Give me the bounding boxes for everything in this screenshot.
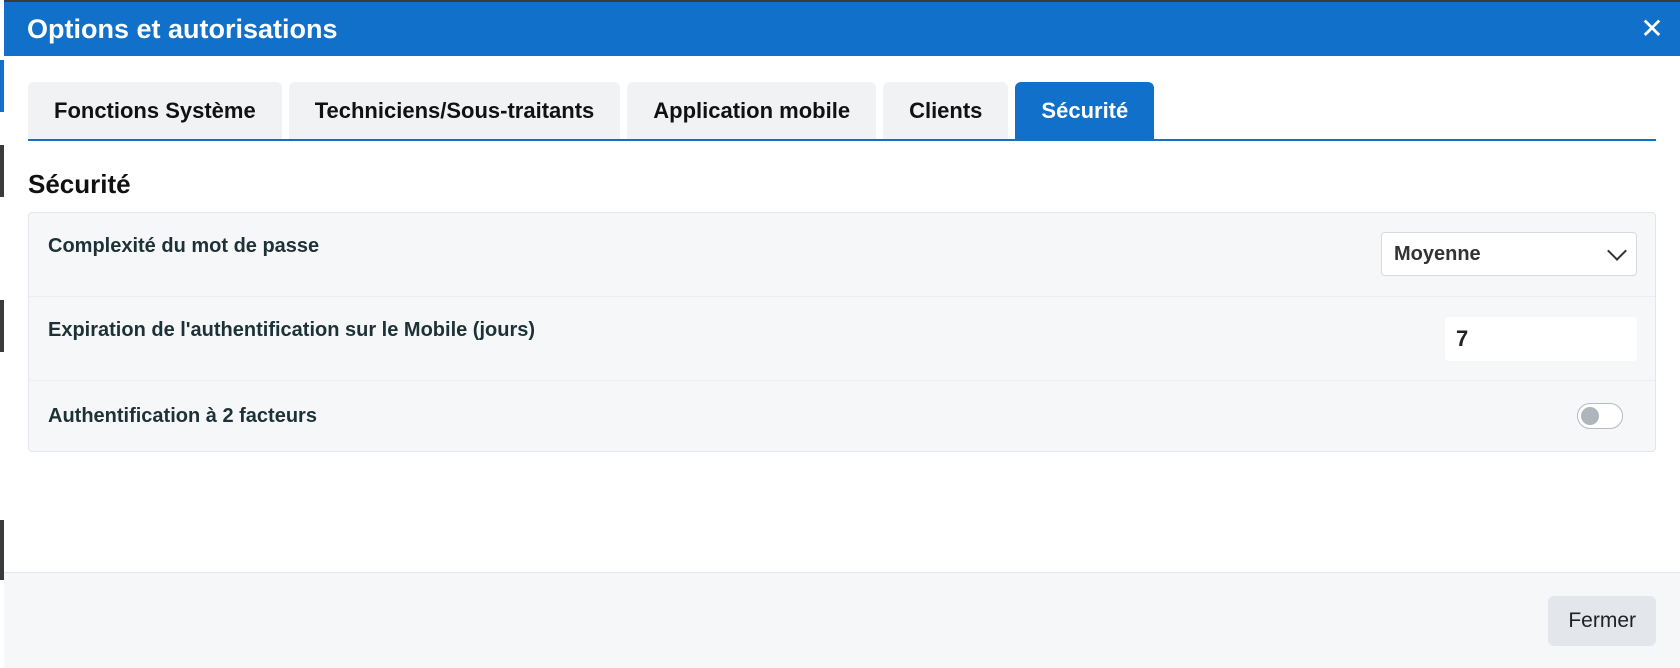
mobile-expiration-label: Expiration de l'authentification sur le …: [48, 319, 536, 341]
tab-techniciens[interactable]: Techniciens/Sous-traitants: [288, 82, 621, 139]
setting-row-password-complexity: Complexité du mot de passe Moyenne: [29, 213, 1655, 297]
options-modal: Options et autorisations ✕ Fonctions Sys…: [4, 2, 1680, 668]
toggle-knob: [1581, 407, 1599, 425]
modal-body: Fonctions Système Techniciens/Sous-trait…: [4, 56, 1680, 572]
password-complexity-select[interactable]: Moyenne: [1381, 232, 1637, 276]
tab-clients[interactable]: Clients: [883, 82, 1009, 139]
fermer-button[interactable]: Fermer: [1548, 595, 1656, 646]
two-factor-toggle[interactable]: [1577, 403, 1623, 429]
close-icon[interactable]: ✕: [1640, 15, 1664, 43]
password-complexity-value: Moyenne: [1394, 242, 1481, 265]
mobile-expiration-input[interactable]: [1445, 317, 1637, 361]
tab-fonctions-systeme[interactable]: Fonctions Système: [28, 82, 282, 139]
settings-panel: Complexité du mot de passe Moyenne Expir…: [28, 212, 1656, 452]
password-complexity-label: Complexité du mot de passe: [48, 235, 320, 257]
tab-securite[interactable]: Sécurité: [1015, 82, 1155, 139]
chevron-down-icon: [1607, 241, 1627, 261]
tab-application-mobile[interactable]: Application mobile: [627, 82, 877, 139]
two-factor-label: Authentification à 2 facteurs: [48, 405, 317, 427]
section-title: Sécurité: [28, 169, 131, 199]
modal-footer: Fermer: [4, 572, 1680, 668]
tab-bar: Fonctions Système Techniciens/Sous-trait…: [28, 82, 1656, 141]
modal-title: Options et autorisations: [27, 13, 338, 44]
setting-row-two-factor: Authentification à 2 facteurs: [29, 381, 1655, 451]
modal-header: Options et autorisations ✕: [4, 2, 1680, 56]
setting-row-mobile-expiration: Expiration de l'authentification sur le …: [29, 297, 1655, 381]
